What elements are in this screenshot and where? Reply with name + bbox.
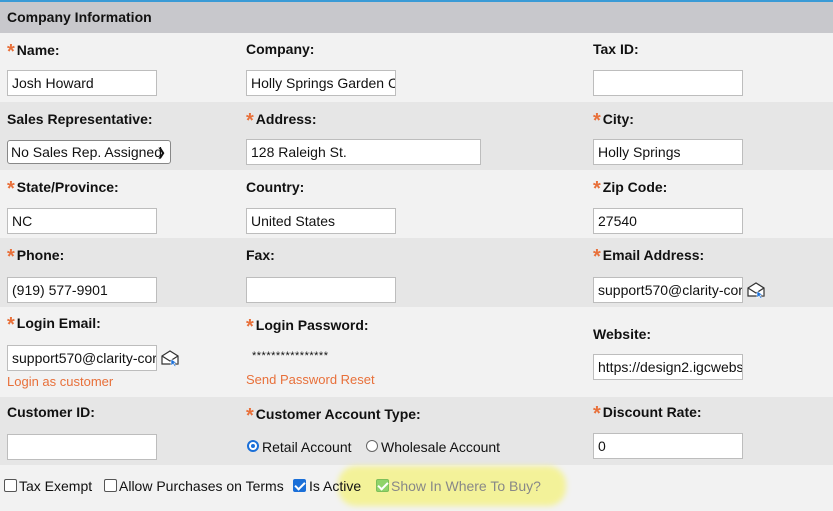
- row-sales-rep: Sales Representative: No Sales Rep. Assi…: [0, 102, 833, 170]
- address-label: * Address:: [246, 110, 317, 132]
- zip-input[interactable]: 27540: [593, 208, 743, 234]
- discount-rate-input[interactable]: 0: [593, 433, 743, 459]
- row-name: * Name: Josh Howard Company: Holly Spring…: [0, 33, 833, 102]
- sales-rep-select[interactable]: No Sales Rep. Assigned ❯: [7, 140, 171, 164]
- row-customer-id: Customer ID: * Customer Account Type: Ret…: [0, 397, 833, 465]
- phone-input[interactable]: (919) 577-9901: [7, 277, 157, 303]
- section-title: Company Information: [7, 9, 152, 25]
- phone-label: * Phone:: [7, 246, 65, 268]
- is-active-label: Is Active: [309, 478, 362, 494]
- website-input[interactable]: https://design2.igcwebs: [593, 354, 743, 380]
- name-input[interactable]: Josh Howard: [7, 70, 157, 96]
- allow-terms-label: Allow Purchases on Terms: [119, 478, 284, 494]
- allow-terms-checkbox[interactable]: [104, 479, 117, 492]
- fax-input[interactable]: [246, 277, 396, 303]
- envelope-cursor-icon[interactable]: [747, 281, 765, 299]
- country-label: Country:: [246, 179, 305, 195]
- city-input[interactable]: Holly Springs: [593, 139, 743, 165]
- login-email-input[interactable]: support570@clarity-cor: [7, 345, 157, 371]
- retail-account-radio[interactable]: [247, 440, 259, 452]
- tax-exempt-label: Tax Exempt: [19, 478, 93, 494]
- email-label: * Email Address:: [593, 246, 705, 268]
- tax-exempt-checkbox[interactable]: [4, 479, 17, 492]
- send-password-reset-link[interactable]: Send Password Reset: [246, 372, 375, 387]
- login-email-label: * Login Email:: [7, 314, 101, 336]
- address-input[interactable]: 128 Raleigh St.: [246, 139, 481, 165]
- customer-id-input[interactable]: [7, 434, 157, 460]
- state-label: * State/Province:: [7, 178, 119, 200]
- customer-id-label: Customer ID:: [7, 404, 95, 420]
- website-label: Website:: [593, 326, 652, 342]
- row-state: * State/Province: NC Country: United Stat…: [0, 170, 833, 238]
- show-where-to-buy-label: Show In Where To Buy?: [391, 478, 541, 494]
- zip-label: * Zip Code:: [593, 178, 668, 200]
- wholesale-account-label: Wholesale Account: [381, 439, 501, 455]
- show-where-to-buy-checkbox[interactable]: [376, 479, 389, 492]
- email-input[interactable]: support570@clarity-cor: [593, 277, 743, 303]
- name-label: * Name:: [7, 41, 60, 63]
- sales-rep-label: Sales Representative:: [7, 111, 153, 127]
- is-active-checkbox[interactable]: [293, 479, 306, 492]
- company-input[interactable]: Holly Springs Garden Ce: [246, 70, 396, 96]
- state-input[interactable]: NC: [7, 208, 157, 234]
- account-type-label: * Customer Account Type:: [246, 405, 421, 427]
- envelope-cursor-icon[interactable]: [161, 349, 179, 367]
- login-password-label: * Login Password:: [246, 316, 369, 338]
- row-phone: * Phone: (919) 577-9901 Fax: * Email Addre…: [0, 238, 833, 307]
- tax-id-input[interactable]: [593, 70, 743, 96]
- discount-rate-label: * Discount Rate:: [593, 403, 702, 425]
- city-label: * City:: [593, 110, 634, 132]
- fax-label: Fax:: [246, 247, 275, 263]
- chevron-down-icon: ❯: [156, 147, 166, 159]
- login-as-customer-link[interactable]: Login as customer: [7, 374, 113, 389]
- retail-account-label: Retail Account: [262, 439, 352, 455]
- tax-id-label: Tax ID:: [593, 41, 639, 57]
- section-header: Company Information: [0, 0, 833, 33]
- login-password-value: ****************: [252, 350, 329, 362]
- row-login: * Login Email: support570@clarity-cor Log…: [0, 307, 833, 397]
- country-input[interactable]: United States: [246, 208, 396, 234]
- wholesale-account-radio[interactable]: [366, 440, 378, 452]
- company-label: Company:: [246, 41, 315, 57]
